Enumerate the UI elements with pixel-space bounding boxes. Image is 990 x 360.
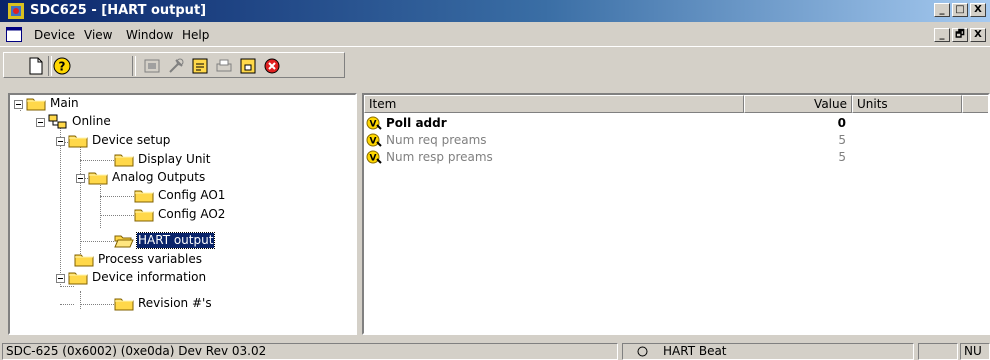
folder-icon [114,296,134,311]
title-bar: SDC625 - [HART output] _ □ X [0,0,990,22]
svg-text:?: ? [59,60,66,74]
print-icon[interactable] [214,56,234,76]
folder-icon [134,207,154,222]
heartbeat-indicator-icon [637,346,648,357]
expander-device-setup[interactable] [56,137,65,146]
window-title: SDC625 - [HART output] [30,3,207,18]
status-empty [918,343,958,360]
status-num: NU [960,343,990,360]
expander-device-information[interactable] [56,274,65,283]
status-bar: SDC-625 (0x6002) (0xe0da) Dev Rev 03.02 … [0,341,990,360]
column-header-item[interactable]: Item [364,95,744,113]
network-icon [48,114,67,129]
document-icon[interactable] [6,27,22,42]
variable-icon [366,133,382,148]
mdi-restore-button[interactable]: 🗗 [952,28,968,42]
column-header-value[interactable]: Value [744,95,852,113]
status-hart-beat-label: HART Beat [663,344,727,358]
expander-main[interactable] [14,100,23,109]
folder-icon [68,270,88,285]
device-icon[interactable] [142,56,162,76]
app-icon [8,3,24,19]
column-header-spacer [962,95,988,113]
variable-icon [366,150,382,165]
load-icon[interactable] [190,56,210,76]
variable-list[interactable]: Item Value Units Poll addr 0 Num req pre… [362,93,990,335]
column-header-units[interactable]: Units [852,95,962,113]
menu-window[interactable]: Window [126,28,173,42]
tree-node-selected-label: HART output [135,232,216,249]
status-device-info: SDC-625 (0x6002) (0xe0da) Dev Rev 03.02 [2,343,618,360]
tools-icon[interactable] [166,56,186,76]
folder-icon [74,252,94,267]
variable-icon [366,116,382,131]
toolbar: ? [0,48,355,88]
exit-icon[interactable] [262,56,282,76]
folder-icon [114,152,134,167]
folder-icon [134,188,154,203]
menu-bar: Device View Window Help _ 🗗 X [0,24,990,47]
restore-button[interactable]: □ [952,3,968,17]
help-icon[interactable]: ? [52,56,72,76]
status-hart-beat: HART Beat [622,343,914,360]
folder-icon [68,133,88,148]
minimize-button[interactable]: _ [934,3,950,17]
new-icon[interactable] [26,56,46,76]
mdi-minimize-button[interactable]: _ [934,28,950,42]
menu-help[interactable]: Help [182,28,209,42]
device-tree[interactable]: Main Online Device setup Display Unit An… [8,93,357,335]
folder-icon [26,96,46,111]
list-item[interactable]: Poll addr 0 [364,115,984,131]
folder-open-icon [114,233,134,248]
expander-online[interactable] [36,118,45,127]
save-icon[interactable] [238,56,258,76]
list-item[interactable]: Num req preams 5 [364,132,984,148]
close-button[interactable]: X [970,3,986,17]
list-item[interactable]: Num resp preams 5 [364,149,984,165]
expander-analog-outputs[interactable] [76,174,85,183]
mdi-close-button[interactable]: X [970,28,986,42]
menu-device[interactable]: Device [34,28,75,42]
menu-view[interactable]: View [84,28,112,42]
folder-icon [88,170,108,185]
